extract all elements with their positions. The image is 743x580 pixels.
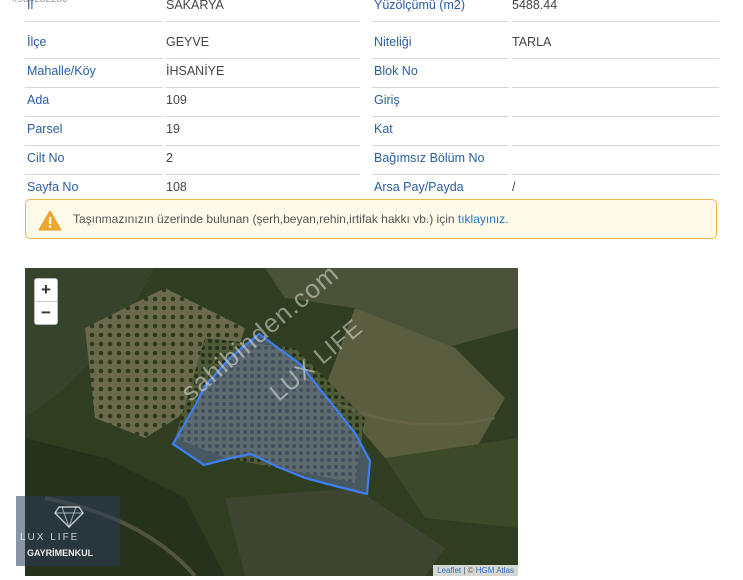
row-value-2: 5488.44 [512,0,719,22]
row-value-2 [512,116,719,146]
table-row: Mahalle/Köy İHSANİYE Blok No [25,58,719,88]
logo-brand-text: LUX LIFE [20,532,80,543]
table-row: İl SAKARYA Yüzölçümü (m2) 5488.44 [25,0,719,29]
row-value: SAKARYA [166,0,360,22]
row-label-2: Giriş [372,87,509,117]
row-label-2: Bağımsız Bölüm No [372,145,509,175]
row-label: Mahalle/Köy [25,58,163,88]
zoom-out-button[interactable]: − [35,302,57,324]
row-label-2: Niteliği [372,29,509,59]
alert-text: Taşınmazınızın üzerinde bulunan (şerh,be… [73,212,458,226]
row-label-2: Blok No [372,58,509,88]
row-value: 2 [166,145,360,175]
row-label: Ada [25,87,163,117]
attribution-separator: | © [461,566,476,575]
diamond-icon [54,506,84,529]
map-attribution: Leaflet | © HGM Atlas [433,565,518,576]
alert-link[interactable]: tıklayınız. [458,212,509,226]
table-row: Cilt No 2 Bağımsız Bölüm No [25,145,719,175]
leaflet-link[interactable]: Leaflet [437,566,461,575]
row-value-2: TARLA [512,29,719,59]
parcel-info-table: İl SAKARYA Yüzölçümü (m2) 5488.44 İlçe G… [25,0,719,204]
row-label: Parsel [25,116,163,146]
logo-subtitle: GAYRİMENKUL [27,548,94,558]
alert-message: Taşınmazınızın üzerinde bulunan (şerh,be… [73,212,509,226]
hgm-atlas-link[interactable]: HGM Atlas [476,566,514,575]
row-label: Cilt No [25,145,163,175]
row-value: İHSANİYE [166,58,360,88]
brand-logo: LUX LIFE GAYRİMENKUL [16,496,120,566]
warning-triangle-icon [38,210,62,231]
row-label: İlçe [25,29,163,59]
row-value-2 [512,145,719,175]
table-row: İlçe GEYVE Niteliği TARLA [25,29,719,59]
row-value: GEYVE [166,29,360,59]
row-value-2 [512,87,719,117]
row-value: 109 [166,87,360,117]
row-value-2 [512,58,719,88]
row-label-2: Yüzölçümü (m2) [372,0,509,22]
table-row: Parsel 19 Kat [25,116,719,146]
zoom-control: + − [34,278,58,325]
zoom-in-button[interactable]: + [35,279,57,302]
row-label: İl [25,0,163,22]
encumbrance-alert: Taşınmazınızın üzerinde bulunan (şerh,be… [25,199,717,239]
table-row: Ada 109 Giriş [25,87,719,117]
row-label-2: Kat [372,116,509,146]
row-value: 19 [166,116,360,146]
